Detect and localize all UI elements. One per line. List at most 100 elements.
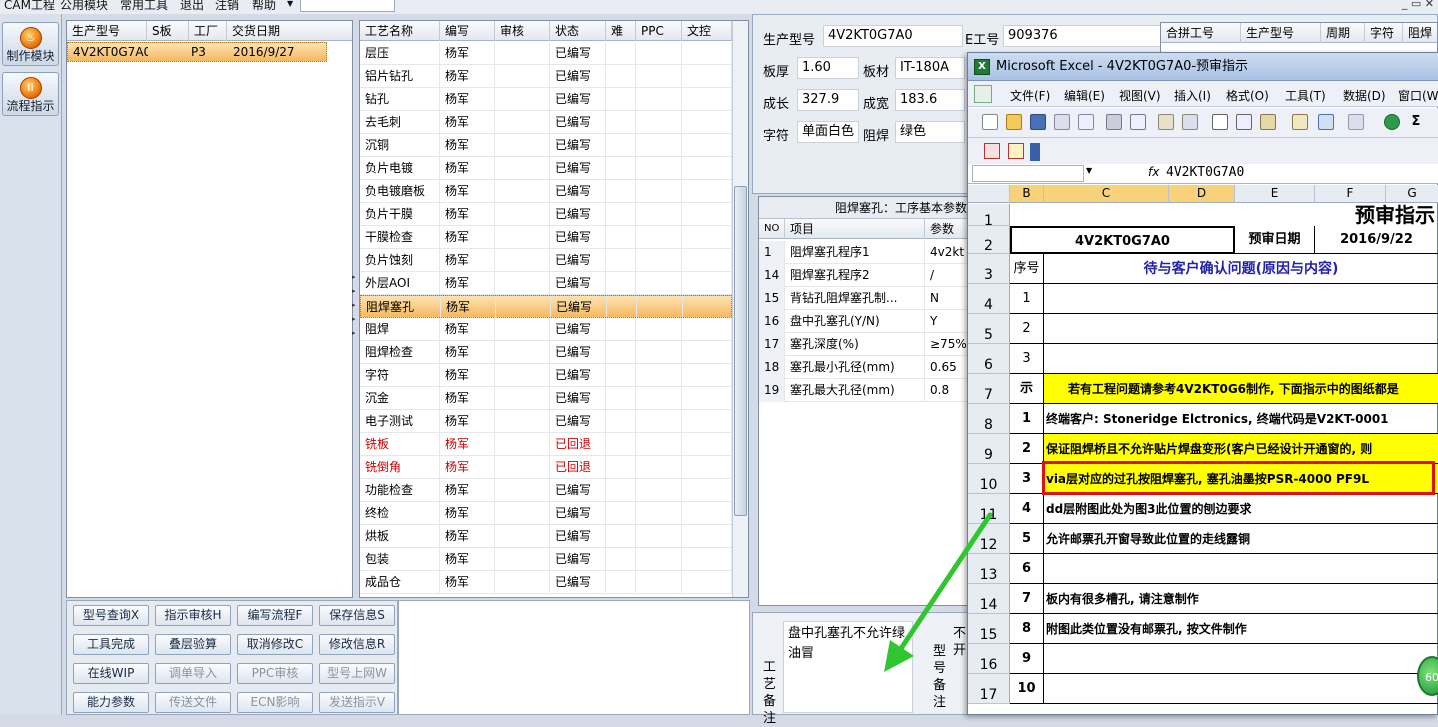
review-date-label-cell[interactable]: 预审日期 xyxy=(1235,226,1315,254)
action-button[interactable]: 取消修改C xyxy=(237,634,313,655)
format-painter-icon[interactable] xyxy=(1292,114,1308,130)
col-header[interactable]: 状态 xyxy=(550,21,606,41)
row-header[interactable]: 10 xyxy=(968,464,1010,494)
formula-input[interactable]: 4V2KT0G7A0 xyxy=(1166,165,1244,180)
menu-common-tools[interactable]: 常用工具 xyxy=(120,0,168,13)
action-button[interactable]: 发送指示V xyxy=(319,692,395,713)
table-row[interactable]: 终检 杨军 已编写 xyxy=(360,502,732,525)
row-header[interactable]: 2 xyxy=(968,226,1010,254)
save-icon[interactable] xyxy=(1030,114,1046,130)
column-header[interactable]: C xyxy=(1044,185,1169,203)
content-cell[interactable]: 板内有很多槽孔, 请注意制作 xyxy=(1044,584,1438,614)
paste-icon[interactable] xyxy=(1260,114,1276,130)
permission-icon[interactable] xyxy=(1054,114,1070,130)
window-controls[interactable]: _ ▭ ✕ xyxy=(1402,0,1434,10)
mask-field[interactable]: 绿色 xyxy=(895,121,965,143)
action-button[interactable]: 传送文件 xyxy=(155,692,231,713)
excel-menu-file[interactable]: 文件(F) xyxy=(1010,87,1050,104)
table-row[interactable]: 14 阻焊塞孔程序2/ xyxy=(759,264,969,287)
table-row[interactable]: 负电镀磨板 杨军 已编写 xyxy=(360,180,732,203)
nav-make-module[interactable]: ♨ 制作模块 xyxy=(2,22,59,66)
menu-exit[interactable]: 退出 xyxy=(180,0,204,13)
action-button[interactable]: PPC审核 xyxy=(237,663,313,684)
action-button[interactable]: 编写流程F xyxy=(237,605,313,626)
table-row[interactable]: 阻焊塞孔 杨军 已编写 xyxy=(360,295,733,319)
col-header[interactable]: 周期 xyxy=(1321,23,1365,43)
eno-field[interactable]: 909376 xyxy=(1003,25,1163,47)
seq-cell[interactable]: 5 xyxy=(1010,524,1044,554)
table-row[interactable]: 包装 杨军 已编写 xyxy=(360,548,732,571)
hyperlink-icon[interactable] xyxy=(1384,114,1400,130)
table-row[interactable]: 钻孔 杨军 已编写 xyxy=(360,88,732,111)
length-field[interactable]: 327.9 xyxy=(797,89,859,111)
thickness-field[interactable]: 1.60 xyxy=(797,57,859,79)
autosum-icon[interactable]: Σ xyxy=(1408,114,1424,130)
table-row[interactable]: 字符 杨军 已编写 xyxy=(360,364,732,387)
excel-menu-edit[interactable]: 编辑(E) xyxy=(1064,87,1105,104)
excel-menu-tools[interactable]: 工具(T) xyxy=(1285,87,1326,104)
seq-cell[interactable]: 2 xyxy=(1010,314,1044,344)
col-header[interactable]: 工艺名称 xyxy=(360,21,440,41)
action-button[interactable]: 修改信息R xyxy=(319,634,395,655)
table-row[interactable]: 成品仓 杨军 已编写 xyxy=(360,571,732,594)
undo-icon[interactable] xyxy=(1318,114,1334,130)
redo-icon[interactable] xyxy=(1348,114,1364,130)
new-icon[interactable] xyxy=(982,114,998,130)
table-row[interactable]: 1 阻焊塞孔程序1 4v2kt xyxy=(759,241,969,264)
content-cell[interactable] xyxy=(1044,644,1438,674)
model-field[interactable]: 4V2KT0G7A0 xyxy=(823,25,963,47)
table-row[interactable]: 烘板 杨军 已编写 xyxy=(360,525,732,548)
table-row[interactable]: 沉金 杨军 已编写 xyxy=(360,387,732,410)
content-cell[interactable] xyxy=(1044,554,1438,584)
seq-header-cell[interactable]: 序号 xyxy=(1010,254,1044,284)
col-header[interactable]: 合拼工号 xyxy=(1161,23,1241,43)
col-header[interactable]: 阻焊 xyxy=(1403,23,1437,43)
action-button[interactable]: 指示审核H xyxy=(155,605,231,626)
row-header[interactable]: 7 xyxy=(968,374,1010,404)
col-header[interactable]: 交货日期 xyxy=(227,21,352,41)
table-row[interactable]: 阻焊 杨军 已编写 xyxy=(360,318,732,341)
content-cell[interactable]: 保证阻焊桥且不允许贴片焊盘变形(客户已经设计开通窗的, 则 xyxy=(1044,434,1438,464)
table-row[interactable]: 干膜检查 杨军 已编写 xyxy=(360,226,732,249)
table-row[interactable]: 负片干膜 杨军 已编写 xyxy=(360,203,732,226)
excel-doc-icon[interactable] xyxy=(974,85,992,103)
table-row[interactable]: 去毛刺 杨军 已编写 xyxy=(360,111,732,134)
menu-cam[interactable]: CAM工程 xyxy=(4,0,55,13)
print-icon[interactable] xyxy=(1106,114,1122,130)
seq-cell[interactable]: 3 xyxy=(1010,344,1044,374)
excel-menu-format[interactable]: 格式(O) xyxy=(1226,87,1269,104)
row-header[interactable]: 8 xyxy=(968,404,1010,434)
vertical-scrollbar[interactable] xyxy=(732,21,748,597)
action-button[interactable]: 能力参数 xyxy=(73,692,149,713)
pdf-icon[interactable] xyxy=(984,143,1000,159)
action-button[interactable]: 叠层验算 xyxy=(155,634,231,655)
column-header[interactable]: B xyxy=(1010,185,1044,203)
table-row[interactable]: 电子测试 杨军 已编写 xyxy=(360,410,732,433)
seq-cell[interactable]: 示 xyxy=(1010,374,1044,404)
toolbar-options-icon[interactable] xyxy=(1030,143,1040,161)
menu-dropdown-icon[interactable]: ▼ xyxy=(287,0,293,8)
column-header[interactable]: E xyxy=(1235,185,1315,203)
column-header[interactable]: F xyxy=(1315,185,1386,203)
content-cell[interactable]: 终端客户: Stoneridge Elctronics, 终端代码是V2KT-0… xyxy=(1044,404,1438,434)
confirm-header-cell[interactable]: 待与客户确认问题(原因与内容) xyxy=(1044,254,1438,284)
toolbar-combo[interactable] xyxy=(300,0,395,12)
col-header[interactable]: 难 xyxy=(606,21,636,41)
col-header[interactable]: 编写 xyxy=(440,21,495,41)
mail-icon[interactable] xyxy=(1078,114,1094,130)
row-header[interactable]: 3 xyxy=(968,254,1010,284)
cut-icon[interactable] xyxy=(1212,114,1228,130)
content-cell[interactable]: dd层附图此处为图3此位置的刨边要求 xyxy=(1044,494,1438,524)
table-row[interactable]: 铝片钻孔 杨军 已编写 xyxy=(360,65,732,88)
seq-cell[interactable]: 6 xyxy=(1010,554,1044,584)
table-row[interactable]: 16 盘中孔塞孔(Y/N) Y xyxy=(759,310,969,333)
splitter-handle[interactable]: ▸ ▸ ▸ ▸ ▸ xyxy=(352,270,358,350)
action-button[interactable]: 在线WIP xyxy=(73,663,149,684)
col-header[interactable]: 审核 xyxy=(495,21,550,41)
table-row[interactable]: 功能检查 杨军 已编写 xyxy=(360,479,732,502)
seq-cell[interactable]: 3 xyxy=(1010,464,1044,494)
excel-menu-window[interactable]: 窗口(W xyxy=(1398,87,1438,104)
excel-menu-insert[interactable]: 插入(I) xyxy=(1174,87,1211,104)
content-cell[interactable] xyxy=(1044,674,1438,704)
content-cell[interactable] xyxy=(1044,314,1438,344)
